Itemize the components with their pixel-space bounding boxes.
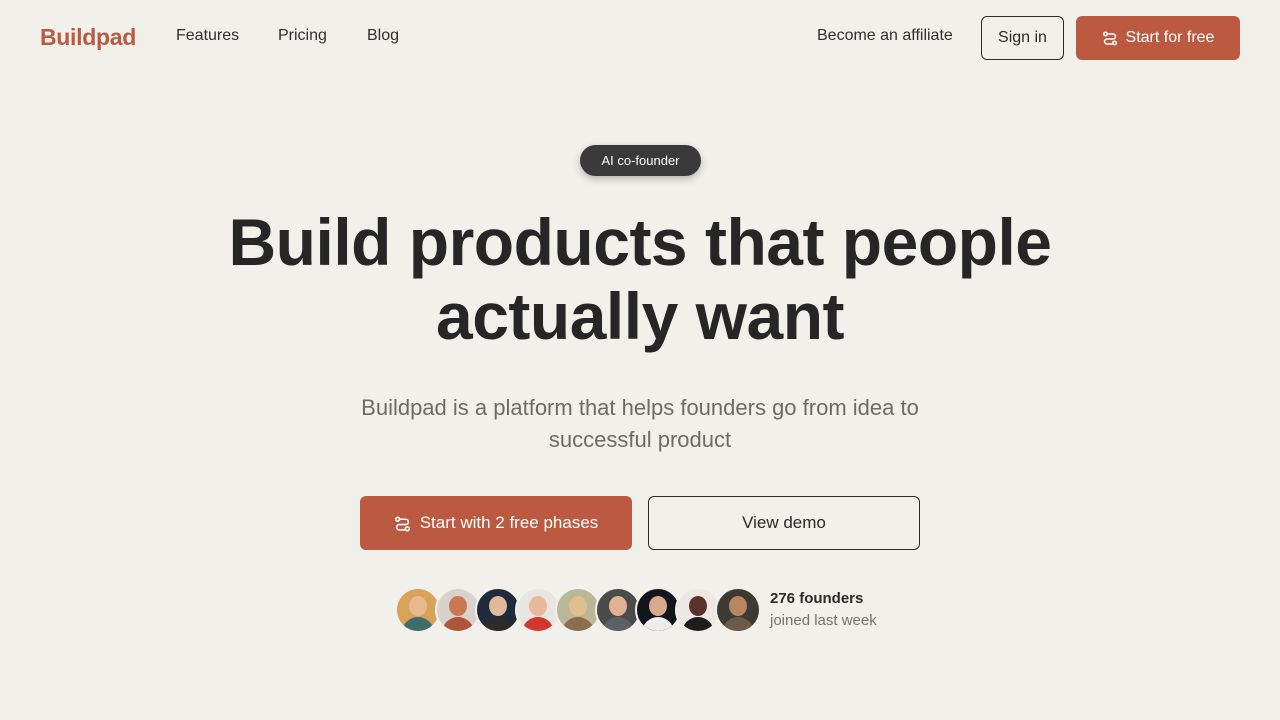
founder-avatars [395,587,765,633]
ai-cofounder-badge: AI co-founder [580,145,701,176]
affiliate-link[interactable]: Become an affiliate [817,27,953,45]
sign-in-label: Sign in [998,29,1047,46]
start-free-phases-label: Start with 2 free phases [419,513,599,532]
badge-label: AI co-founder [601,153,680,168]
headline-line-1: Build products that people [228,205,1053,279]
founders-count: 276 founders [770,590,864,607]
view-demo-button[interactable]: View demo [648,496,920,550]
headline-line-2: actually want [436,279,844,353]
top-nav: Buildpad Features Pricing Blog Become an… [0,0,1280,76]
subtitle-line-2: successful product [548,427,732,452]
start-free-phases-button[interactable]: Start with 2 free phases [360,496,632,550]
avatar [715,587,761,633]
route-icon [1102,30,1118,46]
founders-joined-text: joined last week [770,612,877,629]
nav-link-features[interactable]: Features [176,27,239,45]
view-demo-label: View demo [742,513,826,532]
start-for-free-label: Start for free [1125,29,1215,46]
brand-logo[interactable]: Buildpad [40,24,136,51]
hero-subtitle: Buildpad is a platform that helps founde… [290,392,990,456]
subtitle-line-1: Buildpad is a platform that helps founde… [361,395,919,420]
hero-headline: Build products that people actually want [140,205,1140,353]
start-for-free-button[interactable]: Start for free [1076,16,1240,60]
sign-in-button[interactable]: Sign in [981,16,1064,60]
nav-link-blog[interactable]: Blog [367,27,399,45]
route-icon [394,515,411,532]
nav-link-pricing[interactable]: Pricing [278,27,327,45]
